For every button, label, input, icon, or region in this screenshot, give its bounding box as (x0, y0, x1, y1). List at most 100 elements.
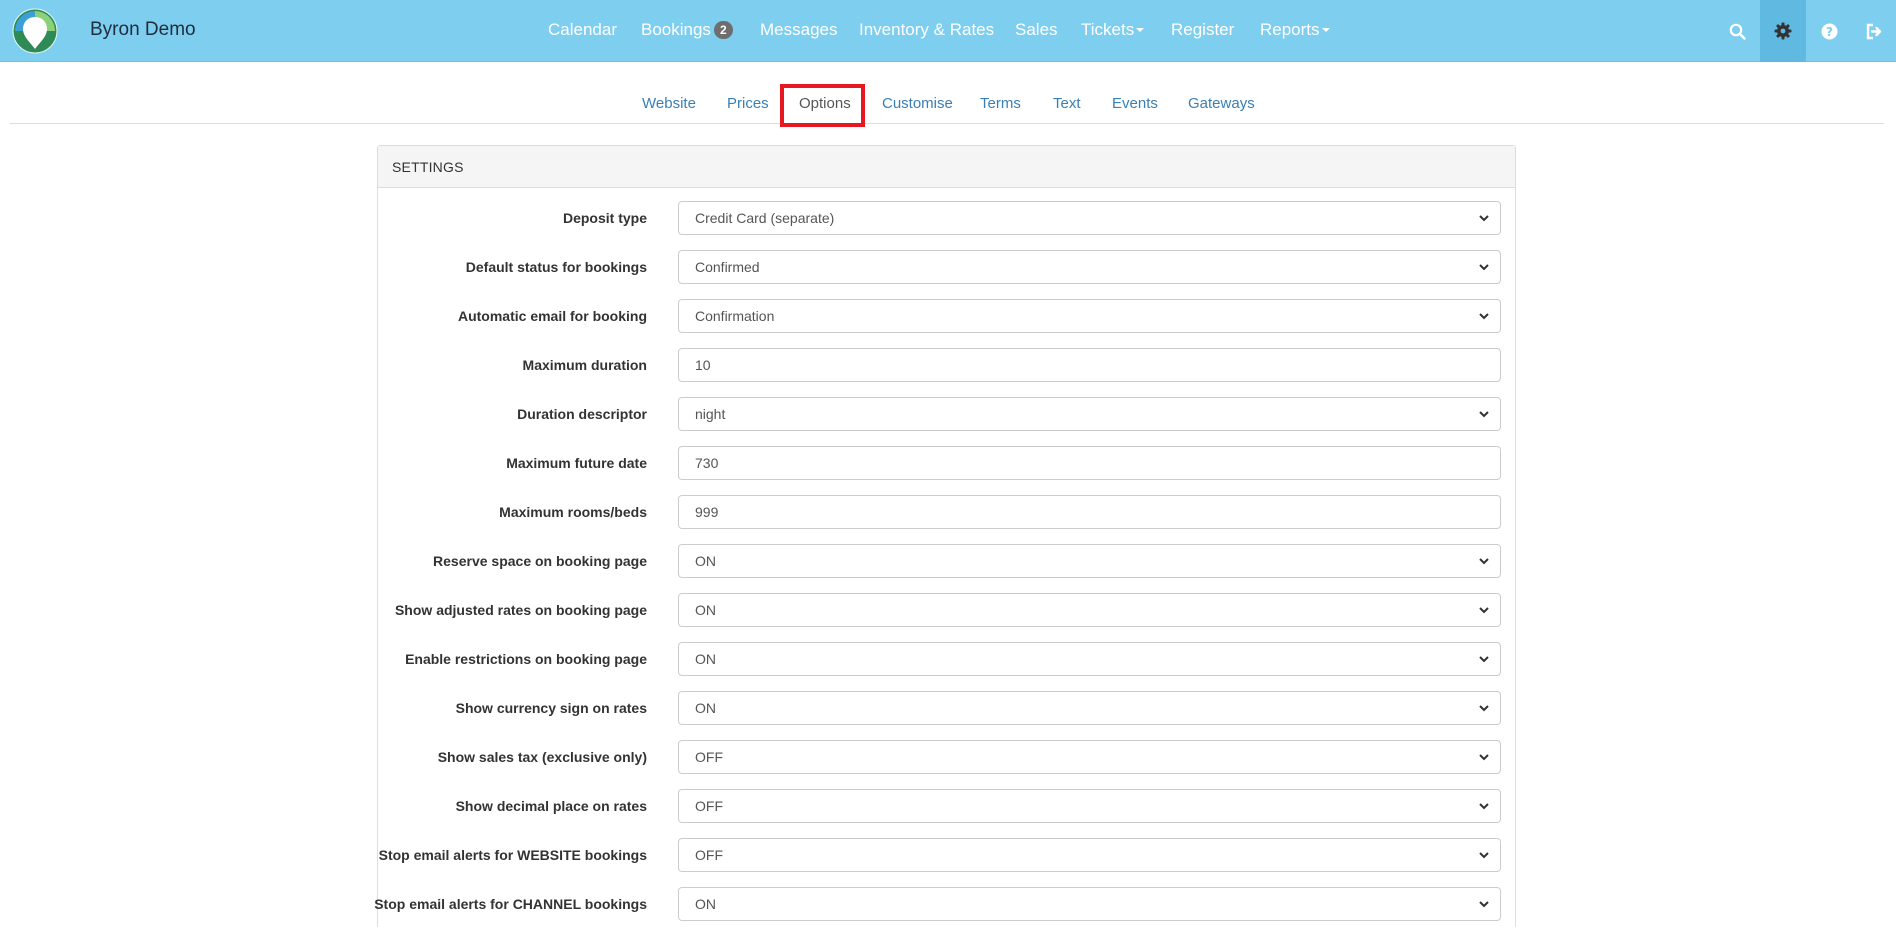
nav-sales[interactable]: Sales (1015, 20, 1058, 40)
form-row: Automatic email for booking Confirmation (378, 299, 1517, 333)
top-navbar: Byron Demo Calendar Bookings 2 Messages I… (0, 0, 1896, 62)
chevron-down-icon (1479, 705, 1489, 712)
field-label: Default status for bookings (465, 259, 647, 275)
form-row: Default status for bookings Confirmed (378, 250, 1517, 284)
help-button[interactable]: ? (1806, 0, 1852, 62)
field-label: Show decimal place on rates (455, 798, 647, 814)
nav-register[interactable]: Register (1171, 20, 1234, 40)
caret-down-icon (1321, 28, 1330, 32)
nav-tickets-dropdown[interactable]: Tickets (1081, 20, 1145, 40)
field-label: Duration descriptor (517, 406, 647, 422)
setting-select[interactable]: ON (678, 642, 1501, 676)
setting-select[interactable]: ON (678, 593, 1501, 627)
tab-gateways[interactable]: Gateways (1188, 95, 1255, 112)
setting-select[interactable]: Confirmed (678, 250, 1501, 284)
nav-label: Inventory & Rates (859, 20, 995, 39)
nav-reports-dropdown[interactable]: Reports (1260, 20, 1330, 40)
search-icon (1729, 23, 1746, 40)
nav-label: Bookings (641, 20, 711, 39)
selected-value: ON (695, 651, 716, 667)
field-label: Show sales tax (exclusive only) (437, 749, 647, 765)
chevron-down-icon (1479, 558, 1489, 565)
tab-terms[interactable]: Terms (980, 95, 1021, 112)
bookings-count-badge: 2 (713, 21, 733, 39)
selected-value: Confirmed (695, 259, 760, 275)
tab-website[interactable]: Website (642, 95, 696, 112)
setting-select[interactable]: Credit Card (separate) (678, 201, 1501, 235)
field-label: Deposit type (562, 210, 647, 226)
setting-select[interactable]: OFF (678, 838, 1501, 872)
nav-label: Calendar (548, 20, 617, 39)
form-row: Duration descriptor night (378, 397, 1517, 431)
input-value: 999 (695, 504, 719, 520)
panel-heading: SETTINGS (378, 146, 1515, 188)
nav-inventory-rates[interactable]: Inventory & Rates (859, 20, 994, 40)
selected-value: OFF (695, 798, 723, 814)
form-row: Show adjusted rates on booking page ON (378, 593, 1517, 627)
field-label: Maximum duration (522, 357, 647, 373)
main-nav: Calendar Bookings 2 Messages Inventory & … (0, 0, 1896, 62)
setting-select[interactable]: OFF (678, 740, 1501, 774)
nav-calendar[interactable]: Calendar (548, 20, 617, 40)
nav-bookings[interactable]: Bookings 2 (641, 20, 733, 40)
chevron-down-icon (1479, 803, 1489, 810)
setting-select[interactable]: ON (678, 691, 1501, 725)
search-button[interactable] (1714, 0, 1760, 62)
active-tab-highlight (780, 84, 865, 127)
settings-panel: SETTINGS Deposit type Credit Card (separa… (374, 145, 1517, 927)
logout-button[interactable] (1851, 0, 1896, 62)
setting-select[interactable]: OFF (678, 789, 1501, 823)
field-label: Stop email alerts for CHANNEL bookings (374, 896, 647, 912)
field-label: Reserve space on booking page (433, 553, 647, 569)
nav-messages[interactable]: Messages (760, 20, 837, 40)
caret-down-icon (1136, 28, 1145, 32)
setting-select[interactable]: Confirmation (678, 299, 1501, 333)
help-icon: ? (1821, 23, 1837, 39)
tab-prices[interactable]: Prices (727, 95, 769, 112)
setting-input[interactable]: 999 (678, 495, 1501, 529)
chevron-down-icon (1479, 215, 1489, 222)
setting-select[interactable]: night (678, 397, 1501, 431)
tab-text[interactable]: Text (1053, 95, 1081, 112)
selected-value: ON (695, 602, 716, 618)
gear-icon (1774, 22, 1792, 40)
setting-input[interactable]: 730 (678, 446, 1501, 480)
chevron-down-icon (1479, 656, 1489, 663)
nav-label: Messages (760, 20, 838, 39)
input-value: 10 (695, 357, 711, 373)
selected-value: OFF (695, 749, 723, 765)
tab-customise[interactable]: Customise (882, 95, 953, 112)
selected-value: ON (695, 553, 716, 569)
selected-value: OFF (695, 847, 723, 863)
form-row: Show decimal place on rates OFF (378, 789, 1517, 823)
form-row: Deposit type Credit Card (separate) (378, 201, 1517, 235)
form-row: Stop email alerts for WEBSITE bookings OF… (378, 838, 1517, 872)
field-label: Show adjusted rates on booking page (394, 602, 647, 618)
selected-value: night (695, 406, 726, 422)
settings-button[interactable] (1760, 0, 1806, 62)
selected-value: Credit Card (separate) (695, 210, 835, 226)
selected-value: ON (695, 896, 716, 912)
settings-subtabs: Website Prices Options Customise Terms T… (10, 62, 1884, 124)
field-label: Maximum future date (506, 455, 647, 471)
field-label: Maximum rooms/beds (499, 504, 647, 520)
svg-text:?: ? (1826, 25, 1833, 39)
form-row: Stop email alerts for CHANNEL bookings ON (374, 887, 1517, 921)
selected-value: Confirmation (695, 308, 775, 324)
form-row: Maximum duration 10 (378, 348, 1517, 382)
nav-label: Register (1171, 20, 1235, 39)
setting-select[interactable]: ON (678, 887, 1501, 921)
setting-select[interactable]: ON (678, 544, 1501, 578)
form-row: Maximum future date 730 (378, 446, 1517, 480)
chevron-down-icon (1479, 607, 1489, 614)
tab-events[interactable]: Events (1112, 95, 1158, 112)
chevron-down-icon (1479, 852, 1489, 859)
setting-input[interactable]: 10 (678, 348, 1501, 382)
nav-label: Tickets (1081, 20, 1135, 39)
field-label: Enable restrictions on booking page (405, 651, 647, 667)
form-row: Reserve space on booking page ON (378, 544, 1517, 578)
form-row: Show sales tax (exclusive only) OFF (378, 740, 1517, 774)
field-label: Show currency sign on rates (455, 700, 647, 716)
nav-label: Reports (1260, 20, 1320, 39)
chevron-down-icon (1479, 264, 1489, 271)
